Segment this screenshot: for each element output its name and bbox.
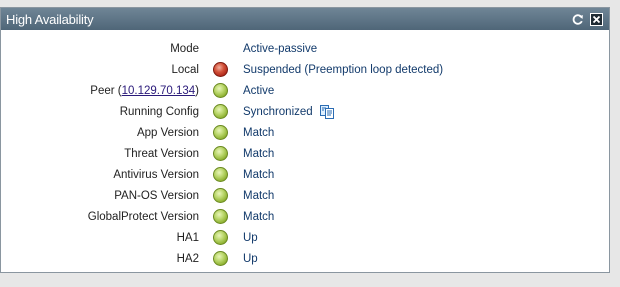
high-availability-widget: High Availability Mode Active-passive Lo… bbox=[0, 7, 610, 273]
status-green-icon bbox=[213, 188, 228, 203]
peer-label-suffix: ) bbox=[195, 84, 199, 97]
row-antivirus-version: Antivirus Version Match bbox=[1, 164, 609, 185]
panos-version-label: PAN-OS Version bbox=[114, 189, 199, 202]
status-green-icon bbox=[213, 209, 228, 224]
threat-version-label: Threat Version bbox=[124, 147, 199, 160]
mode-value: Active-passive bbox=[243, 42, 318, 55]
status-green-icon bbox=[213, 167, 228, 182]
antivirus-version-label: Antivirus Version bbox=[113, 168, 199, 181]
status-green-icon bbox=[213, 146, 228, 161]
row-panos-version: PAN-OS Version Match bbox=[1, 185, 609, 206]
widget-header: High Availability bbox=[1, 8, 609, 30]
status-green-icon bbox=[213, 83, 228, 98]
sync-config-icon[interactable] bbox=[319, 104, 335, 120]
row-threat-version: Threat Version Match bbox=[1, 143, 609, 164]
status-green-icon bbox=[213, 125, 228, 140]
row-local: Local Suspended (Preemption loop detecte… bbox=[1, 59, 609, 80]
status-red-icon bbox=[213, 62, 228, 77]
globalprotect-version-label: GlobalProtect Version bbox=[87, 210, 199, 223]
row-app-version: App Version Match bbox=[1, 122, 609, 143]
antivirus-version-value: Match bbox=[243, 168, 275, 181]
peer-label-prefix: Peer ( bbox=[90, 84, 122, 97]
ha-status-list: Mode Active-passive Local Suspended (Pre… bbox=[1, 30, 609, 269]
mode-label: Mode bbox=[170, 42, 199, 55]
status-green-icon bbox=[213, 230, 228, 245]
row-ha2: HA2 Up bbox=[1, 248, 609, 269]
row-peer: Peer (10.129.70.134) Active bbox=[1, 80, 609, 101]
row-running-config: Running Config Synchronized bbox=[1, 101, 609, 122]
app-version-label: App Version bbox=[136, 126, 199, 139]
running-config-label: Running Config bbox=[119, 105, 199, 118]
row-mode: Mode Active-passive bbox=[1, 38, 609, 59]
ha2-value: Up bbox=[243, 252, 258, 265]
peer-label: Peer (10.129.70.134) bbox=[1, 85, 213, 97]
panos-version-value: Match bbox=[243, 189, 275, 202]
ha2-label: HA2 bbox=[176, 252, 199, 265]
peer-address-link[interactable]: 10.129.70.134 bbox=[122, 85, 196, 97]
threat-version-value: Match bbox=[243, 147, 275, 160]
refresh-icon[interactable] bbox=[571, 13, 584, 26]
row-ha1: HA1 Up bbox=[1, 227, 609, 248]
row-globalprotect-version: GlobalProtect Version Match bbox=[1, 206, 609, 227]
app-version-value: Match bbox=[243, 126, 275, 139]
globalprotect-version-value: Match bbox=[243, 210, 275, 223]
status-green-icon bbox=[213, 104, 228, 119]
ha1-value: Up bbox=[243, 231, 258, 244]
running-config-value-cell: Synchronized bbox=[243, 104, 335, 120]
status-green-icon bbox=[213, 251, 228, 266]
widget-title: High Availability bbox=[6, 11, 94, 27]
ha1-label: HA1 bbox=[176, 231, 199, 244]
local-value: Suspended (Preemption loop detected) bbox=[243, 63, 444, 76]
running-config-value: Synchronized bbox=[243, 105, 313, 118]
close-icon[interactable] bbox=[590, 12, 603, 26]
peer-value: Active bbox=[243, 84, 275, 97]
local-label: Local bbox=[171, 63, 200, 76]
